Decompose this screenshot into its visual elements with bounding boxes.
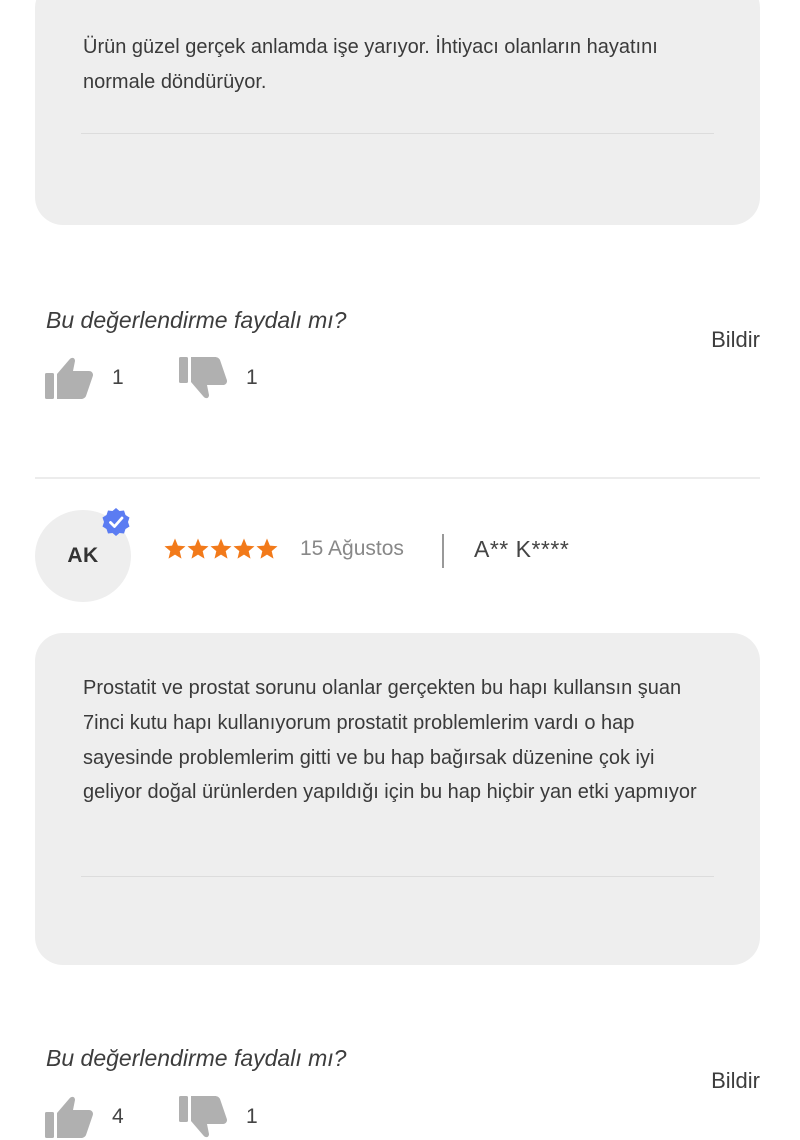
- review-text: Prostatit ve prostat sorunu olanlar gerç…: [83, 677, 697, 804]
- card-divider: [81, 133, 714, 134]
- thumbs-down-icon: [179, 357, 228, 399]
- review-date: 15 Ağustos: [300, 537, 404, 560]
- review-separator: [35, 477, 760, 479]
- verified-badge-icon: [102, 508, 130, 536]
- dislike-button[interactable]: 1: [178, 1094, 258, 1140]
- star-icon: [210, 538, 232, 559]
- avatar-initials: AK: [67, 544, 99, 567]
- review-text-card: Ürün güzel gerçek anlamda işe yarıyor. İ…: [35, 0, 760, 225]
- thumbs-up-icon: [45, 1096, 94, 1138]
- reviewer-name: A** K****: [474, 536, 570, 562]
- review-text: Ürün güzel gerçek anlamda işe yarıyor. İ…: [83, 36, 658, 93]
- star-rating: [163, 537, 278, 561]
- like-button[interactable]: 1: [44, 355, 124, 401]
- review-text-card: Prostatit ve prostat sorunu olanlar gerç…: [35, 633, 760, 965]
- meta-divider: [442, 534, 444, 568]
- report-button[interactable]: Bildir: [711, 327, 760, 353]
- helpful-question: Bu değerlendirme faydalı mı?: [46, 307, 347, 333]
- star-icon: [256, 538, 278, 559]
- star-icon: [187, 538, 209, 559]
- thumbs-down-icon: [179, 1096, 228, 1138]
- dislike-count: 1: [246, 1105, 258, 1128]
- like-count: 4: [112, 1105, 124, 1128]
- star-icon: [164, 538, 186, 559]
- like-count: 1: [112, 366, 124, 389]
- dislike-button[interactable]: 1: [178, 355, 258, 401]
- like-button[interactable]: 4: [44, 1094, 124, 1140]
- helpful-question: Bu değerlendirme faydalı mı?: [46, 1045, 347, 1071]
- report-button[interactable]: Bildir: [711, 1068, 760, 1094]
- dislike-count: 1: [246, 366, 258, 389]
- card-divider: [81, 876, 714, 877]
- star-icon: [233, 538, 255, 559]
- thumbs-up-icon: [45, 357, 94, 399]
